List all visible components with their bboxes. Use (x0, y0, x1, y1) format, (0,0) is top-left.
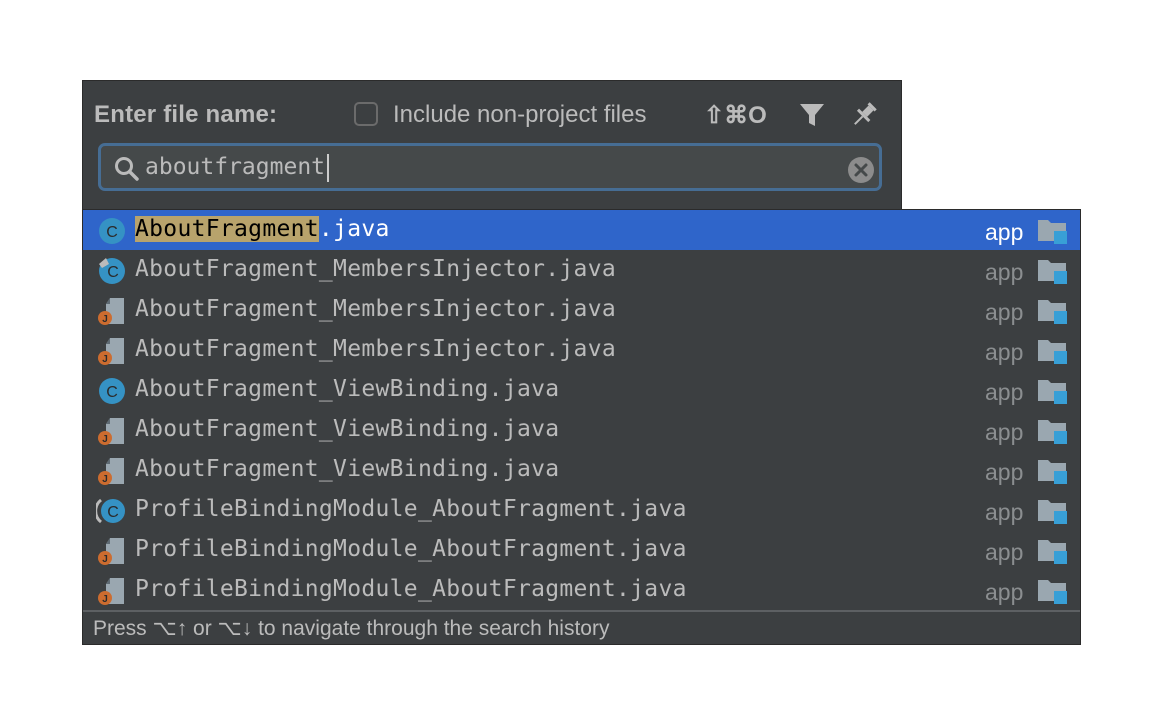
module-name: app (985, 419, 1024, 445)
module-name: app (985, 259, 1024, 285)
result-row[interactable]: J AboutFragment_MembersInjector.java app (83, 330, 1080, 370)
match-highlight: AboutFragment (135, 216, 319, 242)
svg-text:J: J (102, 314, 108, 325)
module-name: app (985, 299, 1024, 325)
java-file-icon: J (96, 416, 128, 446)
svg-text:J: J (102, 594, 108, 605)
generated-class-icon: C (96, 256, 128, 286)
svg-text:C: C (107, 264, 119, 281)
file-name-text: AboutFragment_ViewBinding.java (135, 416, 560, 442)
result-row[interactable]: J AboutFragment_ViewBinding.java app (83, 450, 1080, 490)
footer-hint: Press ⌥↑ or ⌥↓ to navigate through the s… (93, 617, 610, 640)
search-icon (115, 157, 139, 181)
module-folder-icon (1036, 537, 1068, 565)
search-field[interactable] (98, 143, 882, 191)
result-row[interactable]: C AboutFragment_ViewBinding.java app (83, 370, 1080, 410)
file-name-text: ProfileBindingModule_AboutFragment.java (135, 536, 687, 562)
module-folder-icon (1036, 497, 1068, 525)
shortcut-hint: ⇧⌘O (704, 102, 767, 129)
svg-text:C: C (106, 224, 118, 241)
java-file-icon: J (96, 296, 128, 326)
file-name-text: ProfileBindingModule_AboutFragment.java (135, 576, 687, 602)
text-caret (327, 154, 329, 182)
file-name: AboutFragment_MembersInjector.java (135, 256, 616, 282)
file-name: ProfileBindingModule_AboutFragment.java (135, 496, 687, 522)
module-folder-icon (1036, 217, 1068, 245)
module-folder-icon (1036, 577, 1068, 605)
module-class-icon: C (94, 496, 128, 526)
file-name-text: .java (318, 216, 390, 242)
class-icon: C (96, 376, 128, 406)
module-name: app (985, 539, 1024, 565)
dialog-title: Enter file name: (94, 101, 278, 128)
file-name-text: ProfileBindingModule_AboutFragment.java (135, 496, 687, 522)
module-folder-icon (1036, 297, 1068, 325)
result-row[interactable]: J ProfileBindingModule_AboutFragment.java… (83, 570, 1080, 610)
result-row[interactable]: J AboutFragment_MembersInjector.java app (83, 290, 1080, 330)
file-name-text: AboutFragment_ViewBinding.java (135, 456, 560, 482)
module-name: app (985, 379, 1024, 405)
module-name: app (985, 459, 1024, 485)
file-name-text: AboutFragment_MembersInjector.java (135, 336, 617, 362)
result-row[interactable]: C AboutFragment.java app (83, 210, 1080, 250)
file-name: AboutFragment_ViewBinding.java (135, 416, 559, 442)
svg-text:J: J (102, 434, 108, 445)
module-folder-icon (1036, 257, 1068, 285)
module-name: app (985, 579, 1024, 605)
result-row[interactable]: C AboutFragment_MembersInjector.java app (83, 250, 1080, 290)
filter-icon[interactable] (798, 101, 826, 129)
divider (83, 610, 1080, 612)
file-name-text: AboutFragment_MembersInjector.java (135, 296, 617, 322)
class-icon: C (96, 216, 128, 246)
search-input[interactable] (145, 150, 835, 184)
file-name: ProfileBindingModule_AboutFragment.java (135, 536, 687, 562)
file-name: AboutFragment_ViewBinding.java (135, 456, 559, 482)
pin-icon[interactable] (848, 99, 880, 131)
java-file-icon: J (96, 536, 128, 566)
result-row[interactable]: J AboutFragment_ViewBinding.java app (83, 410, 1080, 450)
module-folder-icon (1036, 377, 1068, 405)
java-file-icon: J (96, 456, 128, 486)
svg-text:C: C (107, 504, 119, 521)
module-folder-icon (1036, 417, 1068, 445)
module-folder-icon (1036, 457, 1068, 485)
java-file-icon: J (96, 336, 128, 366)
result-row[interactable]: C ProfileBindingModule_AboutFragment.java… (83, 490, 1080, 530)
svg-text:J: J (102, 554, 108, 565)
java-file-icon: J (96, 576, 128, 606)
module-name: app (985, 339, 1024, 365)
module-name: app (985, 499, 1024, 525)
file-name-text: AboutFragment_MembersInjector.java (135, 256, 617, 282)
file-name: AboutFragment.java (135, 216, 390, 242)
file-name: ProfileBindingModule_AboutFragment.java (135, 576, 687, 602)
file-name-text: AboutFragment_ViewBinding.java (135, 376, 560, 402)
svg-text:J: J (102, 354, 108, 365)
include-non-project-checkbox[interactable] (354, 102, 378, 126)
result-row[interactable]: J ProfileBindingModule_AboutFragment.java… (83, 530, 1080, 570)
svg-text:C: C (106, 384, 118, 401)
svg-text:J: J (102, 474, 108, 485)
module-name: app (985, 219, 1024, 245)
find-file-header: Enter file name: Include non-project fil… (83, 81, 901, 211)
clear-icon[interactable] (847, 156, 875, 184)
file-name: AboutFragment_MembersInjector.java (135, 296, 616, 322)
include-non-project-label[interactable]: Include non-project files (393, 101, 646, 129)
file-name: AboutFragment_MembersInjector.java (135, 336, 616, 362)
module-folder-icon (1036, 337, 1068, 365)
results-list[interactable]: C AboutFragment.java app C AboutFragment_Mem… (83, 210, 1080, 644)
file-name: AboutFragment_ViewBinding.java (135, 376, 559, 402)
